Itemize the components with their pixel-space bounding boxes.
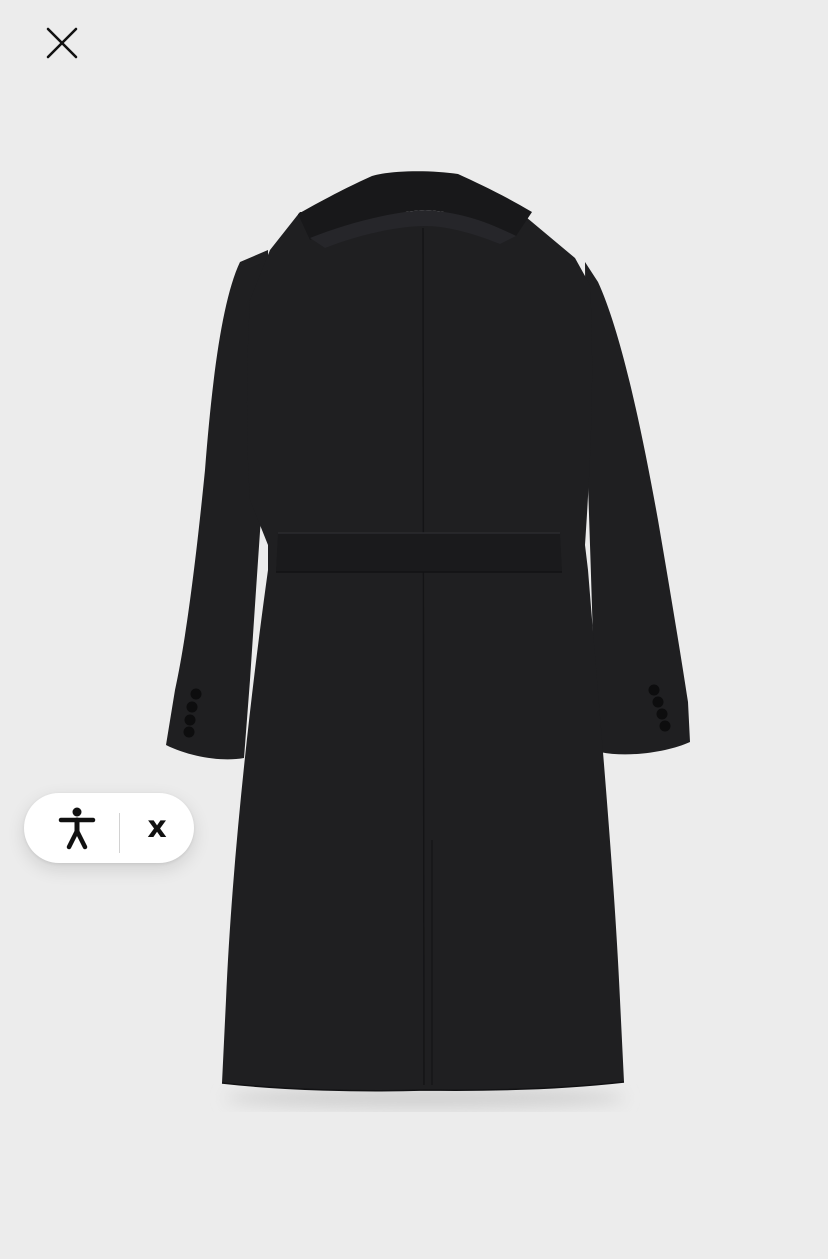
image-viewer: x — [0, 0, 828, 1259]
close-viewer-button[interactable] — [40, 22, 84, 66]
close-icon — [46, 27, 78, 59]
accessibility-person-icon — [58, 807, 96, 850]
product-image — [150, 160, 710, 1140]
accessibility-widget: x — [24, 793, 194, 863]
coat-image — [166, 171, 690, 1108]
accessibility-button[interactable] — [52, 803, 102, 853]
close-accessibility-widget-button[interactable]: x — [134, 803, 180, 853]
divider — [119, 813, 120, 853]
